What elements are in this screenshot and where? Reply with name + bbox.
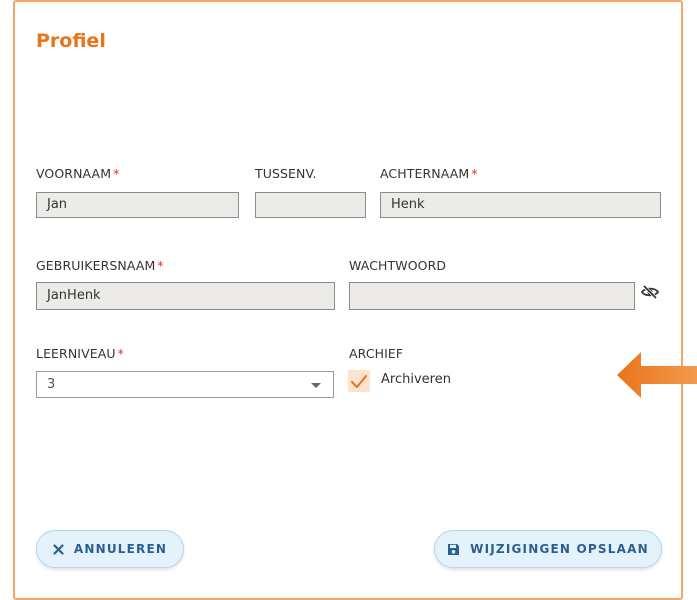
checkmark-icon [351, 375, 367, 388]
tussenv-label: TUSSENV. [255, 166, 317, 181]
archiveren-label: Archiveren [381, 372, 451, 387]
wachtwoord-label: WACHTWOORD [349, 258, 447, 273]
save-button[interactable]: WIJZIGINGEN OPSLAAN [434, 530, 662, 568]
chevron-down-icon [311, 383, 321, 388]
leerniveau-select[interactable]: 3 [36, 371, 334, 398]
eye-slash-icon[interactable] [640, 284, 660, 300]
required-marker: * [113, 166, 120, 181]
wachtwoord-field[interactable] [349, 282, 635, 310]
arrow-left-icon [617, 350, 697, 400]
gebruikersnaam-label: GEBRUIKERSNAAM * [36, 258, 164, 273]
leerniveau-value: 3 [47, 377, 56, 392]
required-marker: * [157, 258, 164, 273]
tussenv-field[interactable] [255, 192, 366, 218]
floppy-disk-icon [448, 543, 460, 555]
close-icon [53, 543, 64, 555]
required-marker: * [471, 166, 478, 181]
archiveren-checkbox[interactable] [348, 370, 370, 392]
gebruikersnaam-field[interactable]: JanHenk [36, 282, 335, 310]
cancel-button[interactable]: ANNULEREN [36, 530, 184, 568]
archief-label: ARCHIEF [349, 346, 404, 361]
voornaam-label: VOORNAAM * [36, 166, 120, 181]
achternaam-field[interactable]: Henk [380, 192, 661, 218]
save-button-label: WIJZIGINGEN OPSLAAN [470, 542, 649, 556]
leerniveau-label: LEERNIVEAU * [36, 346, 124, 361]
page-title: Profiel [36, 30, 106, 52]
achternaam-label: ACHTERNAAM * [380, 166, 478, 181]
required-marker: * [117, 346, 124, 361]
cancel-button-label: ANNULEREN [73, 542, 168, 556]
voornaam-field[interactable]: Jan [36, 192, 239, 218]
